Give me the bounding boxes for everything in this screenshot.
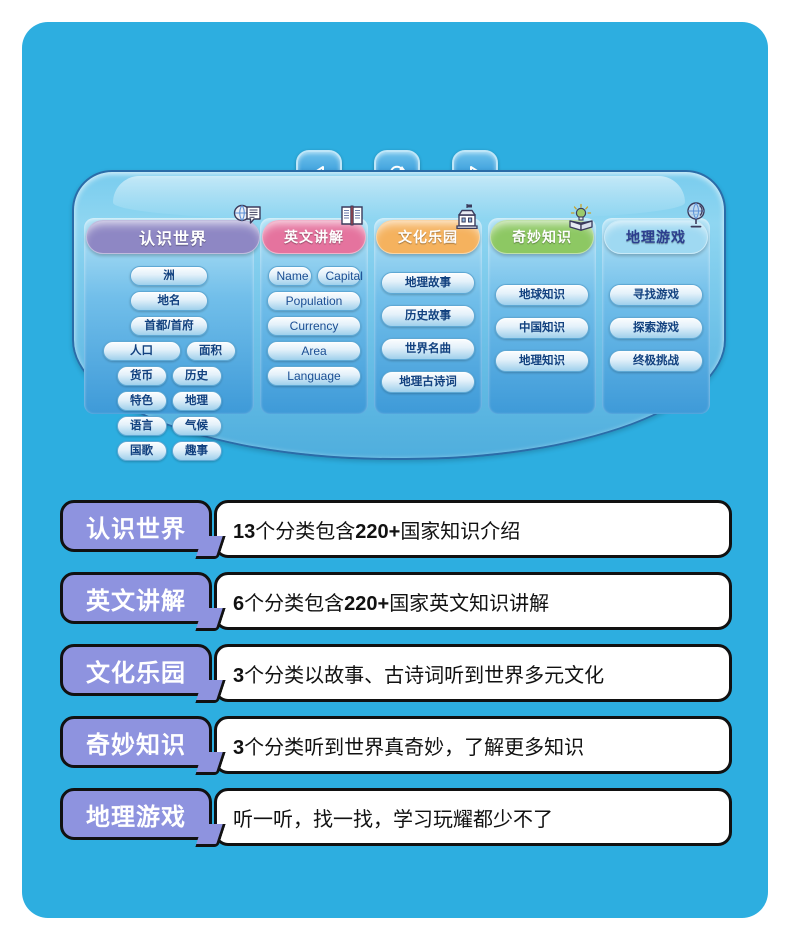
- pill-item[interactable]: Area: [267, 341, 361, 361]
- column-culture-park: 文化乐园 地理故事 历史故事 世界名曲 地理古诗词: [374, 204, 482, 414]
- column-recognize-world: 认识世界 洲 地名 首都/首府 人口 面积 货币 历史 特色 地理 语言 气候 …: [84, 204, 261, 461]
- desc-count: 13: [233, 520, 256, 543]
- pill-item[interactable]: 历史: [171, 366, 222, 386]
- column-english-explanation: 英文讲解 Name Capital Population Currency Ar…: [260, 205, 368, 414]
- description-text: 听一听，找一找，学习玩耀都少不了: [217, 803, 553, 832]
- tab-label: 文化乐园: [398, 229, 458, 245]
- column-wonderful-knowledge: 奇妙知识 地球知识 中国知识 地理知识: [488, 203, 596, 414]
- pill-item[interactable]: 寻找游戏: [609, 284, 703, 306]
- tab-label: 认识世界: [138, 231, 207, 248]
- desc-count: 3: [233, 736, 245, 759]
- pill-item[interactable]: 趣事: [171, 441, 222, 461]
- description-text: 3个分类以故事、古诗词听到世界多元文化: [217, 659, 604, 688]
- pill-item[interactable]: Currency: [267, 316, 361, 336]
- pill-list: 洲 地名 首都/首府 人口 面积 货币 历史 特色 地理 语言 气候 国歌 趣事: [84, 262, 254, 469]
- pill-item[interactable]: 气候: [171, 416, 222, 436]
- row-tag[interactable]: 地理游戏: [60, 788, 212, 840]
- desc-count2: 220+: [355, 520, 401, 543]
- tab-label: 奇妙知识: [512, 229, 572, 245]
- pill-item[interactable]: 终极挑战: [609, 350, 703, 372]
- description-row: 3个分类以故事、古诗词听到世界多元文化 文化乐园: [60, 644, 732, 703]
- globe-speech-icon: [233, 203, 263, 231]
- panel-gloss: [113, 176, 685, 220]
- description-box: 6个分类包含220+国家英文知识讲解: [214, 572, 732, 630]
- tab-english-explanation[interactable]: 英文讲解: [262, 205, 366, 254]
- description-row: 13个分类包含220+国家知识介绍 认识世界: [60, 500, 732, 559]
- pill-item[interactable]: 语言: [116, 416, 167, 436]
- desc-mid: 听一听，找一找，学习玩耀都少不了: [233, 808, 553, 831]
- row-tag[interactable]: 英文讲解: [60, 572, 212, 624]
- description-box: 3个分类以故事、古诗词听到世界多元文化: [214, 644, 732, 702]
- desc-tail: 国家知识介绍: [400, 520, 521, 543]
- globe-stand-icon: [683, 201, 713, 229]
- description-row: 3个分类听到世界真奇妙，了解更多知识 奇妙知识: [60, 716, 732, 775]
- pill-item[interactable]: 洲: [130, 266, 208, 286]
- description-text: 3个分类听到世界真奇妙，了解更多知识: [217, 731, 584, 760]
- row-tag[interactable]: 奇妙知识: [60, 716, 212, 768]
- monument-icon: [453, 203, 483, 231]
- pill-item[interactable]: 人口: [102, 341, 181, 361]
- desc-count: 6: [233, 592, 245, 615]
- desc-mid: 个分类听到世界真奇妙，了解更多知识: [244, 736, 585, 759]
- desc-mid: 个分类包含: [244, 592, 345, 615]
- pill-item[interactable]: 世界名曲: [381, 338, 475, 360]
- product-card: 认识世界 洲 地名 首都/首府 人口 面积 货币 历史 特色 地理 语言 气候 …: [22, 22, 768, 918]
- pill-item[interactable]: Language: [267, 366, 361, 386]
- column-geography-games: 地理游戏 寻找游戏 探索游戏 终极挑战: [602, 202, 710, 414]
- description-row: 6个分类包含220+国家英文知识讲解 英文讲解: [60, 572, 732, 631]
- tab-culture-park[interactable]: 文化乐园: [376, 204, 480, 254]
- pill-item[interactable]: 地球知识: [495, 284, 589, 306]
- description-box: 3个分类听到世界真奇妙，了解更多知识: [214, 716, 732, 774]
- pill-item[interactable]: 特色: [116, 391, 167, 411]
- pill-list: Name Capital Population Currency Area La…: [260, 262, 368, 394]
- pill-item[interactable]: 中国知识: [495, 317, 589, 339]
- row-tag[interactable]: 认识世界: [60, 500, 212, 552]
- pill-item[interactable]: 面积: [185, 341, 236, 361]
- row-tag[interactable]: 文化乐园: [60, 644, 212, 696]
- desc-count: 3: [233, 664, 245, 687]
- pill-item[interactable]: 地理古诗词: [381, 371, 475, 393]
- description-row: 听一听，找一找，学习玩耀都少不了 地理游戏: [60, 788, 732, 847]
- pill-list: 地球知识 中国知识 地理知识: [488, 262, 596, 380]
- description-rows: 13个分类包含220+国家知识介绍 认识世界 6个分类包含220+国家英文知识讲…: [60, 500, 732, 860]
- desc-mid: 个分类以故事、古诗词听到世界多元文化: [244, 664, 605, 687]
- pill-item[interactable]: 探索游戏: [609, 317, 703, 339]
- description-box: 13个分类包含220+国家知识介绍: [214, 500, 732, 558]
- pill-item[interactable]: Capital: [316, 266, 363, 286]
- pill-item[interactable]: Name: [267, 266, 312, 286]
- description-text: 13个分类包含220+国家知识介绍: [217, 515, 520, 544]
- tab-label: 地理游戏: [626, 229, 686, 245]
- pill-item[interactable]: 首都/首府: [130, 316, 208, 336]
- tab-recognize-world[interactable]: 认识世界: [86, 204, 261, 254]
- lightbulb-book-icon: [567, 203, 597, 231]
- pill-list: 地理故事 历史故事 世界名曲 地理古诗词: [374, 262, 482, 401]
- desc-count2: 220+: [344, 592, 390, 615]
- description-text: 6个分类包含220+国家英文知识讲解: [217, 587, 549, 616]
- open-book-icon: [339, 203, 369, 231]
- pill-item[interactable]: 地理知识: [495, 350, 589, 372]
- pill-item[interactable]: 国歌: [116, 441, 167, 461]
- pill-item[interactable]: Population: [267, 291, 361, 311]
- tab-geography-games[interactable]: 地理游戏: [604, 202, 708, 254]
- pill-item[interactable]: 地理: [171, 391, 222, 411]
- pill-item[interactable]: 地名: [130, 291, 208, 311]
- desc-tail: 国家英文知识讲解: [389, 592, 550, 615]
- desc-mid: 个分类包含: [255, 520, 356, 543]
- pill-list: 寻找游戏 探索游戏 终极挑战: [602, 262, 710, 380]
- pill-item[interactable]: 货币: [116, 366, 167, 386]
- description-box: 听一听，找一找，学习玩耀都少不了: [214, 788, 732, 846]
- pill-item[interactable]: 地理故事: [381, 272, 475, 294]
- tab-label: 英文讲解: [284, 229, 344, 245]
- pill-item[interactable]: 历史故事: [381, 305, 475, 327]
- category-columns: 认识世界 洲 地名 首都/首府 人口 面积 货币 历史 特色 地理 语言 气候 …: [84, 202, 710, 461]
- tab-wonderful-knowledge[interactable]: 奇妙知识: [490, 203, 594, 254]
